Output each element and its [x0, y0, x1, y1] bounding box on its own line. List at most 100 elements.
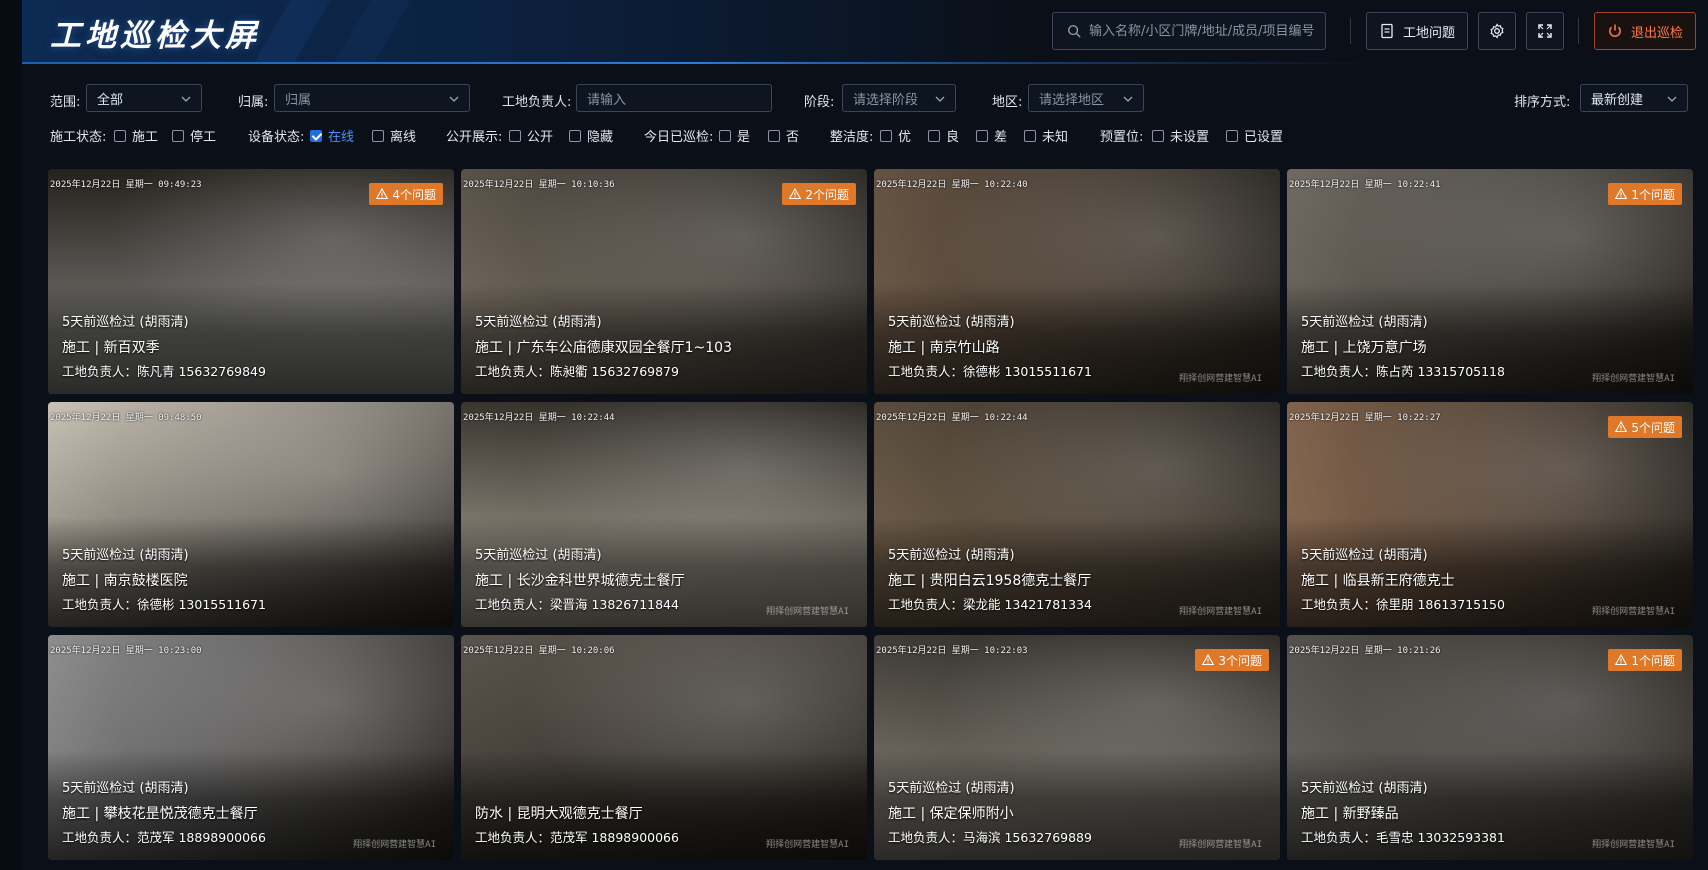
last-inspection-text: 5天前巡检过 (胡雨清): [62, 315, 189, 330]
exit-inspection-button[interactable]: 退出巡检: [1594, 12, 1696, 50]
camera-watermark: 翔择创网营建智慧AI: [766, 840, 849, 850]
belong-select[interactable]: 归属: [274, 84, 470, 112]
camera-timestamp: 2025年12月22日 星期一 10:10:36: [463, 180, 615, 190]
divider: [1578, 18, 1579, 44]
camera-card[interactable]: 2025年12月22日 星期一 10:22:41 1个问题 5天前巡检过 (胡雨…: [1287, 169, 1693, 394]
checkbox-set[interactable]: 已设置: [1226, 126, 1283, 145]
site-manager: 工地负责人：毛雪忠 13032593381: [1301, 830, 1505, 845]
camera-card[interactable]: 2025年12月22日 星期一 10:23:00 5天前巡检过 (胡雨清) 施工…: [48, 635, 454, 860]
issue-count-label: 2个问题: [805, 187, 849, 202]
chevron-down-icon: [935, 96, 945, 102]
checkbox-label: 差: [994, 130, 1008, 145]
site-issues-label: 工地问题: [1402, 25, 1455, 41]
header-bar: 工地巡检大屏 工地问题 退出巡检: [22, 0, 1708, 64]
search-box[interactable]: [1052, 12, 1326, 50]
region-select[interactable]: 请选择地区: [1028, 84, 1144, 112]
sort-select[interactable]: 最新创建: [1580, 84, 1688, 112]
region-placeholder: 请选择地区: [1039, 92, 1105, 108]
checkbox-box: [114, 129, 126, 142]
fullscreen-button[interactable]: [1526, 12, 1564, 50]
site-name: 防水 | 昆明大观德克士餐厅: [475, 806, 643, 822]
camera-card[interactable]: 2025年12月22日 星期一 09:48:50 5天前巡检过 (胡雨清) 施工…: [48, 402, 454, 627]
camera-timestamp: 2025年12月22日 星期一 10:22:03: [876, 646, 1028, 656]
stage-select[interactable]: 请选择阶段: [842, 84, 956, 112]
checkbox-excellent[interactable]: 优: [880, 126, 911, 145]
site-manager: 工地负责人：梁晋海 13826711844: [475, 597, 679, 612]
checkbox-construction[interactable]: 施工: [114, 126, 158, 145]
camera-card[interactable]: 2025年12月22日 星期一 10:22:40 5天前巡检过 (胡雨清) 施工…: [874, 169, 1280, 394]
site-name: 施工 | 长沙金科世界城德克士餐厅: [475, 573, 685, 589]
checkbox-not-set[interactable]: 未设置: [1152, 126, 1209, 145]
site-name: 施工 | 上饶万意广场: [1301, 340, 1427, 356]
issue-count-badge[interactable]: 5个问题: [1608, 416, 1682, 438]
camera-card[interactable]: 2025年12月22日 星期一 10:21:26 1个问题 5天前巡检过 (胡雨…: [1287, 635, 1693, 860]
issue-count-badge[interactable]: 1个问题: [1608, 649, 1682, 671]
camera-card[interactable]: 2025年12月22日 星期一 09:49:23 4个问题 5天前巡检过 (胡雨…: [48, 169, 454, 394]
issue-count-badge[interactable]: 1个问题: [1608, 183, 1682, 205]
sort-label: 排序方式:: [1514, 95, 1571, 110]
site-name: 施工 | 南京竹山路: [888, 340, 1000, 356]
camera-timestamp: 2025年12月22日 星期一 09:49:23: [50, 180, 202, 190]
checkbox-label: 否: [786, 130, 800, 145]
filter-row-checkboxes: 施工状态: 施工 停工 设备状态: 在线 离线 公开展示: 公开 隐藏 今日已巡…: [48, 122, 1688, 146]
camera-timestamp: 2025年12月22日 星期一 09:48:50: [50, 413, 202, 423]
checkbox-label: 公开: [527, 130, 554, 145]
warning-icon: [1202, 654, 1215, 666]
site-name: 施工 | 广东车公庙德康双园全餐厅1~103: [475, 340, 732, 356]
manager-input[interactable]: 请输入: [576, 84, 772, 112]
checkbox-hidden[interactable]: 隐藏: [569, 126, 613, 145]
issue-count-badge[interactable]: 3个问题: [1195, 649, 1269, 671]
issue-count-badge[interactable]: 4个问题: [369, 183, 443, 205]
manager-placeholder: 请输入: [587, 92, 627, 108]
left-edge-bar: [0, 0, 22, 870]
belong-placeholder: 归属: [285, 92, 312, 108]
checkbox-label: 离线: [390, 130, 417, 145]
issue-count-badge[interactable]: 2个问题: [782, 183, 856, 205]
issue-count-label: 5个问题: [1631, 420, 1675, 435]
scope-select[interactable]: 全部: [86, 84, 202, 112]
fullscreen-icon: [1538, 24, 1552, 38]
settings-button[interactable]: [1478, 12, 1516, 50]
camera-card[interactable]: 2025年12月22日 星期一 10:22:44 5天前巡检过 (胡雨清) 施工…: [461, 402, 867, 627]
camera-card[interactable]: 2025年12月22日 星期一 10:22:03 3个问题 5天前巡检过 (胡雨…: [874, 635, 1280, 860]
issue-count-label: 4个问题: [392, 187, 436, 202]
camera-card[interactable]: 2025年12月22日 星期一 10:22:27 5个问题 5天前巡检过 (胡雨…: [1287, 402, 1693, 627]
last-inspection-text: 5天前巡检过 (胡雨清): [475, 548, 602, 563]
stage-label: 阶段:: [804, 95, 835, 110]
camera-watermark: 翔择创网营建智慧AI: [1592, 840, 1675, 850]
search-input[interactable]: [1089, 23, 1319, 39]
checkbox-label: 在线: [328, 130, 355, 145]
inspection-dashboard: 工地巡检大屏 工地问题 退出巡检 范围: 全部: [0, 0, 1708, 870]
checkbox-unknown[interactable]: 未知: [1024, 126, 1068, 145]
checkbox-good[interactable]: 良: [928, 126, 959, 145]
camera-card[interactable]: 2025年12月22日 星期一 10:22:44 5天前巡检过 (胡雨清) 施工…: [874, 402, 1280, 627]
site-name: 施工 | 贵阳白云1958德克士餐厅: [888, 573, 1092, 589]
checkbox-public[interactable]: 公开: [509, 126, 553, 145]
checkbox-no[interactable]: 否: [768, 126, 799, 145]
site-manager: 工地负责人：陈凡青 15632769849: [62, 364, 266, 379]
camera-timestamp: 2025年12月22日 星期一 10:22:44: [463, 413, 615, 423]
device-status-label: 设备状态:: [248, 130, 305, 145]
header-decoration: [253, 0, 331, 64]
camera-card[interactable]: 2025年12月22日 星期一 10:20:06 防水 | 昆明大观德克士餐厅 …: [461, 635, 867, 860]
checkbox-box: [719, 129, 731, 142]
chevron-down-icon: [449, 96, 459, 102]
construction-status-label: 施工状态:: [50, 130, 107, 145]
power-icon: [1609, 24, 1621, 37]
camera-card[interactable]: 2025年12月22日 星期一 10:10:36 2个问题 5天前巡检过 (胡雨…: [461, 169, 867, 394]
checkbox-yes[interactable]: 是: [719, 126, 750, 145]
camera-watermark: 翔择创网营建智慧AI: [766, 607, 849, 617]
last-inspection-text: 5天前巡检过 (胡雨清): [62, 781, 189, 796]
site-manager: 工地负责人：陈占芮 13315705118: [1301, 364, 1505, 379]
public-display-label: 公开展示:: [446, 130, 503, 145]
checkbox-offline[interactable]: 离线: [372, 126, 416, 145]
checkbox-online[interactable]: 在线: [310, 126, 354, 145]
stage-placeholder: 请选择阶段: [853, 92, 919, 108]
checkbox-stopped[interactable]: 停工: [172, 126, 216, 145]
site-manager: 工地负责人：范茂军 18898900066: [62, 830, 266, 845]
chevron-down-icon: [181, 96, 191, 102]
site-issues-button[interactable]: 工地问题: [1366, 12, 1468, 50]
checkbox-poor[interactable]: 差: [976, 126, 1007, 145]
site-name: 施工 | 新野臻品: [1301, 806, 1399, 822]
last-inspection-text: 5天前巡检过 (胡雨清): [888, 315, 1015, 330]
